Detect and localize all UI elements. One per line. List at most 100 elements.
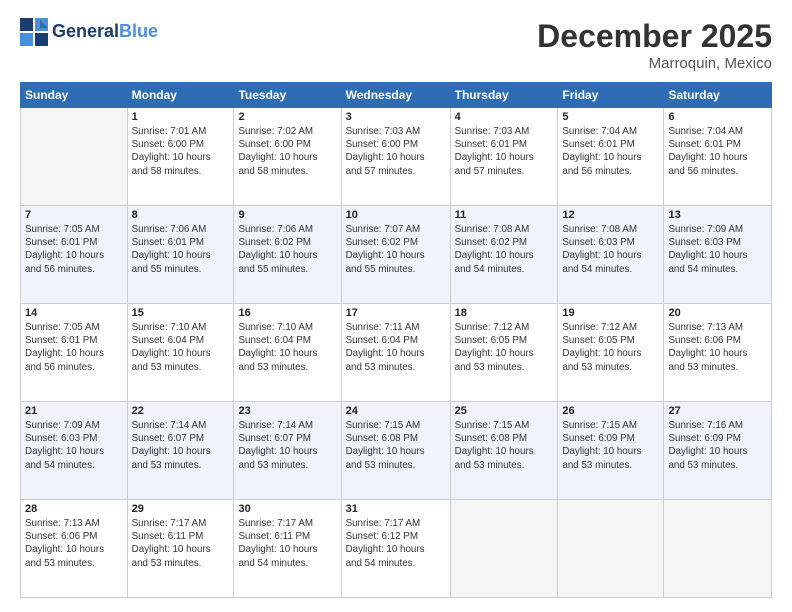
day-info: Sunrise: 7:06 AM Sunset: 6:01 PM Dayligh…: [132, 223, 230, 276]
table-cell: 12Sunrise: 7:08 AM Sunset: 6:03 PM Dayli…: [558, 206, 664, 304]
table-cell: [664, 500, 772, 598]
day-info: Sunrise: 7:08 AM Sunset: 6:03 PM Dayligh…: [562, 223, 659, 276]
page: GeneralBlue December 2025 Marroquin, Mex…: [0, 0, 792, 612]
col-sunday: Sunday: [21, 83, 128, 108]
table-cell: 2 Sunrise: 7:02 AM Sunset: 6:00 PM Daylig…: [234, 108, 341, 206]
day-number: 17: [346, 307, 446, 319]
day-number: 7: [25, 209, 123, 221]
day-number: 21: [25, 405, 123, 417]
table-cell: 11Sunrise: 7:08 AM Sunset: 6:02 PM Dayli…: [450, 206, 558, 304]
table-cell: 7 Sunrise: 7:05 AM Sunset: 6:01 PM Daylig…: [21, 206, 128, 304]
col-wednesday: Wednesday: [341, 83, 450, 108]
day-info: Sunrise: 7:13 AM Sunset: 6:06 PM Dayligh…: [668, 321, 767, 374]
table-cell: 18 Sunrise: 7:12 AM Sunset: 6:05 PM Dayli…: [450, 304, 558, 402]
day-info: Sunrise: 7:04 AM Sunset: 6:01 PM Dayligh…: [668, 125, 767, 178]
day-number: 31: [346, 503, 446, 515]
day-info: Sunrise: 7:09 AM Sunset: 6:03 PM Dayligh…: [25, 419, 123, 472]
day-number: 5: [562, 111, 659, 123]
table-cell: 31 Sunrise: 7:17 AM Sunset: 6:12 PM Dayli…: [341, 500, 450, 598]
table-cell: 20 Sunrise: 7:13 AM Sunset: 6:06 PM Dayli…: [664, 304, 772, 402]
logo-text: GeneralBlue: [52, 22, 158, 42]
day-info: Sunrise: 7:15 AM Sunset: 6:08 PM Dayligh…: [346, 419, 446, 472]
day-number: 28: [25, 503, 123, 515]
day-info: Sunrise: 7:01 AM Sunset: 6:00 PM Dayligh…: [132, 125, 230, 178]
day-number: 27: [668, 405, 767, 417]
month-title: December 2025: [537, 18, 772, 55]
table-cell: 19Sunrise: 7:12 AM Sunset: 6:05 PM Dayli…: [558, 304, 664, 402]
table-cell: 9 Sunrise: 7:06 AM Sunset: 6:02 PM Daylig…: [234, 206, 341, 304]
table-cell: 4Sunrise: 7:03 AM Sunset: 6:01 PM Daylig…: [450, 108, 558, 206]
day-number: 13: [668, 209, 767, 221]
day-info: Sunrise: 7:12 AM Sunset: 6:05 PM Dayligh…: [455, 321, 554, 374]
table-cell: 5 Sunrise: 7:04 AM Sunset: 6:01 PM Daylig…: [558, 108, 664, 206]
day-info: Sunrise: 7:02 AM Sunset: 6:00 PM Dayligh…: [238, 125, 336, 178]
col-thursday: Thursday: [450, 83, 558, 108]
table-cell: [558, 500, 664, 598]
day-info: Sunrise: 7:14 AM Sunset: 6:07 PM Dayligh…: [132, 419, 230, 472]
day-info: Sunrise: 7:12 AM Sunset: 6:05 PM Dayligh…: [562, 321, 659, 374]
logo-line1: General: [52, 21, 119, 41]
day-number: 29: [132, 503, 230, 515]
day-info: Sunrise: 7:09 AM Sunset: 6:03 PM Dayligh…: [668, 223, 767, 276]
table-cell: 23 Sunrise: 7:14 AM Sunset: 6:07 PM Dayli…: [234, 402, 341, 500]
day-number: 22: [132, 405, 230, 417]
day-info: Sunrise: 7:17 AM Sunset: 6:11 PM Dayligh…: [238, 517, 336, 570]
header: GeneralBlue December 2025 Marroquin, Mex…: [20, 18, 772, 72]
table-cell: 15 Sunrise: 7:10 AM Sunset: 6:04 PM Dayli…: [127, 304, 234, 402]
day-info: Sunrise: 7:13 AM Sunset: 6:06 PM Dayligh…: [25, 517, 123, 570]
day-info: Sunrise: 7:16 AM Sunset: 6:09 PM Dayligh…: [668, 419, 767, 472]
table-cell: 26 Sunrise: 7:15 AM Sunset: 6:09 PM Dayli…: [558, 402, 664, 500]
table-cell: 16 Sunrise: 7:10 AM Sunset: 6:04 PM Dayli…: [234, 304, 341, 402]
day-info: Sunrise: 7:11 AM Sunset: 6:04 PM Dayligh…: [346, 321, 446, 374]
day-info: Sunrise: 7:15 AM Sunset: 6:08 PM Dayligh…: [455, 419, 554, 472]
day-number: 4: [455, 111, 554, 123]
table-cell: 28 Sunrise: 7:13 AM Sunset: 6:06 PM Dayli…: [21, 500, 128, 598]
table-cell: 22 Sunrise: 7:14 AM Sunset: 6:07 PM Dayli…: [127, 402, 234, 500]
table-cell: 25 Sunrise: 7:15 AM Sunset: 6:08 PM Dayli…: [450, 402, 558, 500]
table-cell: [21, 108, 128, 206]
day-number: 23: [238, 405, 336, 417]
table-cell: 8 Sunrise: 7:06 AM Sunset: 6:01 PM Daylig…: [127, 206, 234, 304]
table-cell: 17 Sunrise: 7:11 AM Sunset: 6:04 PM Dayli…: [341, 304, 450, 402]
logo: GeneralBlue: [20, 18, 158, 46]
col-saturday: Saturday: [664, 83, 772, 108]
day-number: 11: [455, 209, 554, 221]
table-cell: 27 Sunrise: 7:16 AM Sunset: 6:09 PM Dayli…: [664, 402, 772, 500]
day-info: Sunrise: 7:14 AM Sunset: 6:07 PM Dayligh…: [238, 419, 336, 472]
day-number: 18: [455, 307, 554, 319]
location: Marroquin, Mexico: [537, 55, 772, 72]
day-info: Sunrise: 7:06 AM Sunset: 6:02 PM Dayligh…: [238, 223, 336, 276]
logo-line2: Blue: [119, 21, 158, 41]
day-number: 30: [238, 503, 336, 515]
day-number: 6: [668, 111, 767, 123]
day-number: 24: [346, 405, 446, 417]
day-number: 9: [238, 209, 336, 221]
calendar-header-row: Sunday Monday Tuesday Wednesday Thursday…: [21, 83, 772, 108]
day-info: Sunrise: 7:17 AM Sunset: 6:12 PM Dayligh…: [346, 517, 446, 570]
table-cell: 10Sunrise: 7:07 AM Sunset: 6:02 PM Dayli…: [341, 206, 450, 304]
day-info: Sunrise: 7:15 AM Sunset: 6:09 PM Dayligh…: [562, 419, 659, 472]
col-friday: Friday: [558, 83, 664, 108]
table-cell: 6 Sunrise: 7:04 AM Sunset: 6:01 PM Daylig…: [664, 108, 772, 206]
day-info: Sunrise: 7:10 AM Sunset: 6:04 PM Dayligh…: [238, 321, 336, 374]
day-info: Sunrise: 7:03 AM Sunset: 6:00 PM Dayligh…: [346, 125, 446, 178]
day-number: 1: [132, 111, 230, 123]
table-cell: 3Sunrise: 7:03 AM Sunset: 6:00 PM Daylig…: [341, 108, 450, 206]
logo-icon: [20, 18, 48, 46]
day-info: Sunrise: 7:05 AM Sunset: 6:01 PM Dayligh…: [25, 223, 123, 276]
title-block: December 2025 Marroquin, Mexico: [537, 18, 772, 72]
day-number: 25: [455, 405, 554, 417]
day-number: 8: [132, 209, 230, 221]
table-cell: [450, 500, 558, 598]
day-info: Sunrise: 7:10 AM Sunset: 6:04 PM Dayligh…: [132, 321, 230, 374]
table-cell: 24 Sunrise: 7:15 AM Sunset: 6:08 PM Dayli…: [341, 402, 450, 500]
day-number: 16: [238, 307, 336, 319]
day-number: 20: [668, 307, 767, 319]
day-number: 2: [238, 111, 336, 123]
day-info: Sunrise: 7:07 AM Sunset: 6:02 PM Dayligh…: [346, 223, 446, 276]
day-number: 15: [132, 307, 230, 319]
day-number: 26: [562, 405, 659, 417]
day-number: 14: [25, 307, 123, 319]
table-cell: 1 Sunrise: 7:01 AM Sunset: 6:00 PM Daylig…: [127, 108, 234, 206]
day-info: Sunrise: 7:04 AM Sunset: 6:01 PM Dayligh…: [562, 125, 659, 178]
